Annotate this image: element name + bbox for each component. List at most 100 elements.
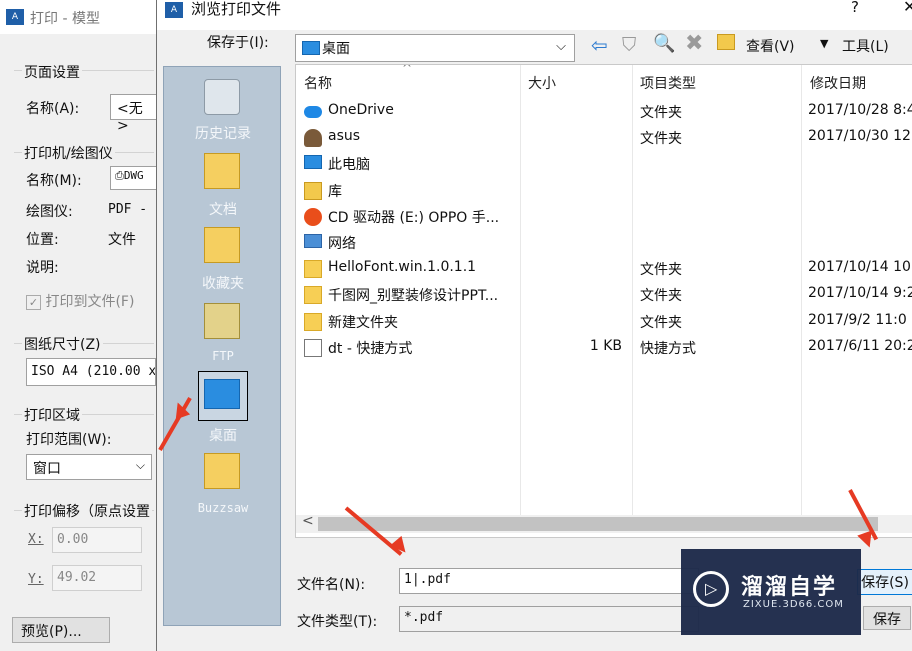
view-menu[interactable]: 查看(V) — [746, 36, 795, 56]
print-window: A 打印 - 模型 页面设置 名称(A): <无> 打印机/绘图仪 名称(M):… — [0, 0, 161, 651]
file-type: 文件夹 — [640, 262, 682, 279]
back-icon[interactable]: ⇦ — [591, 33, 608, 57]
offset-x-label: X: — [28, 532, 44, 547]
column-header-size[interactable]: 大小 — [528, 73, 556, 93]
filetype-select[interactable]: *.pdf — [399, 606, 699, 632]
file-row[interactable]: CD 驱动器 (E:) OPPO 手... — [296, 204, 912, 230]
up-folder-icon[interactable]: ⛉ — [622, 34, 636, 56]
group-print-offset: 打印偏移（原点设置 — [22, 501, 152, 521]
folder-icon — [304, 260, 322, 279]
location-label: 位置: — [26, 232, 59, 248]
description-label: 说明: — [26, 260, 59, 276]
file-row[interactable]: 新建文件夹 文件夹 2017/9/2 11:0 — [296, 309, 912, 335]
paper-size-select[interactable]: ISO A4 (210.00 x — [26, 358, 156, 386]
file-name: 网络 — [328, 236, 356, 252]
printer-name-label: 名称(M): — [26, 173, 82, 189]
file-row[interactable]: 千图网_别墅装修设计PPT... 文件夹 2017/10/14 9:2 — [296, 282, 912, 308]
filetype-label: 文件类型(T): — [297, 614, 378, 630]
watermark-brand: 溜溜自学 — [741, 575, 838, 600]
file-row[interactable]: 库 — [296, 178, 912, 204]
file-date: 2017/9/2 11:0 — [808, 311, 907, 328]
group-page-setup: 页面设置 — [22, 62, 82, 82]
file-type: 快捷方式 — [640, 340, 696, 357]
group-printer: 打印机/绘图仪 — [22, 143, 115, 163]
file-name: HelloFont.win.1.0.1.1 — [328, 259, 477, 276]
watermark: ▷ 溜溜自学 ZIXUE.3D66.COM — [681, 549, 861, 635]
place-history[interactable]: 历史记录 — [164, 75, 282, 145]
print-range-select[interactable]: 窗口 ⌵ — [26, 454, 152, 480]
page-setup-name-label: 名称(A): — [26, 101, 80, 117]
place-favorites[interactable]: 收藏夹 — [164, 225, 282, 295]
dialog-title: 浏览打印文件 — [191, 0, 282, 18]
file-row[interactable]: 网络 — [296, 230, 912, 256]
save-in-label: 保存于(I): — [207, 35, 269, 51]
cd-drive-icon — [304, 207, 322, 226]
printer-icon: ⎙ — [115, 169, 124, 182]
file-row[interactable]: 此电脑 — [296, 151, 912, 177]
printer-name-select[interactable]: ⎙DWG — [110, 166, 158, 190]
tools-menu[interactable]: 工具(L) — [842, 36, 889, 56]
file-list: ^ 名称 大小 项目类型 修改日期 OneDrive 文件夹 2017/10/28 … — [295, 64, 912, 538]
network-icon — [304, 234, 322, 248]
column-header-type[interactable]: 项目类型 — [640, 73, 696, 93]
file-name: CD 驱动器 (E:) OPPO 手... — [328, 209, 500, 226]
file-row[interactable]: HelloFont.win.1.0.1.1 文件夹 2017/10/14 10 — [296, 256, 912, 282]
library-icon — [304, 181, 322, 200]
offset-y-input[interactable]: 49.02 — [52, 565, 142, 591]
help-button[interactable]: ? — [851, 0, 859, 16]
place-documents[interactable]: 文档 — [164, 151, 282, 221]
search-icon[interactable]: 🔍 — [653, 33, 675, 54]
file-row[interactable]: OneDrive 文件夹 2017/10/28 8:4 — [296, 99, 912, 125]
file-name: asus — [328, 128, 361, 145]
user-icon — [304, 129, 322, 148]
file-name: 千图网_别墅装修设计PPT... — [328, 288, 499, 305]
file-name: 库 — [328, 183, 342, 200]
offset-y-label: Y: — [28, 572, 44, 587]
sort-ascending-icon: ^ — [402, 64, 413, 75]
print-window-titlebar: A 打印 - 模型 — [0, 0, 160, 34]
documents-icon — [204, 153, 240, 189]
app-icon: A — [6, 9, 24, 25]
file-date: 2017/10/30 12 — [808, 128, 911, 145]
checkbox-checked-icon: ✓ — [26, 294, 41, 310]
save-button[interactable]: 保存(S) — [857, 569, 912, 595]
file-type: 文件夹 — [640, 131, 682, 148]
chevron-down-icon: ⌵ — [135, 458, 145, 472]
file-name: 新建文件夹 — [328, 314, 398, 331]
column-header-name[interactable]: 名称 — [304, 73, 332, 93]
close-button[interactable]: ✕ — [903, 0, 912, 16]
file-date: 2017/10/14 9:2 — [808, 285, 912, 302]
places-bar: 历史记录 文档 收藏夹 FTP 桌面 Buzzsaw — [163, 66, 281, 626]
file-row[interactable]: asus 文件夹 2017/10/30 12 — [296, 125, 912, 151]
scroll-left-icon[interactable]: < — [302, 513, 314, 529]
preview-button[interactable]: 预览(P)... — [12, 617, 110, 643]
offset-x-input[interactable]: 0.00 — [52, 527, 142, 553]
file-date: 2017/10/28 8:4 — [808, 102, 912, 118]
file-name: OneDrive — [328, 102, 394, 118]
new-folder-icon[interactable] — [717, 34, 735, 50]
column-header-date[interactable]: 修改日期 — [810, 73, 866, 93]
plotter-label: 绘图仪: — [26, 204, 73, 220]
computer-icon — [304, 155, 322, 170]
buzzsaw-icon — [204, 453, 240, 489]
page-setup-name-select[interactable]: <无> — [110, 94, 158, 134]
delete-icon[interactable]: ✖ — [685, 31, 703, 56]
group-paper-size: 图纸尺寸(Z) — [22, 334, 103, 354]
dialog-titlebar: A 浏览打印文件 ? ✕ — [157, 0, 912, 30]
desktop-icon — [204, 379, 240, 409]
file-type: 文件夹 — [640, 314, 682, 331]
filename-input[interactable]: 1|.pdf — [399, 568, 699, 594]
file-date: 2017/10/14 10 — [808, 259, 911, 276]
save-button-secondary[interactable]: 保存 — [863, 606, 911, 630]
watermark-url: ZIXUE.3D66.COM — [743, 599, 844, 610]
place-ftp[interactable]: FTP — [164, 301, 282, 371]
file-row[interactable]: dt - 快捷方式 1 KB 快捷方式 2017/6/11 20:2 — [296, 335, 912, 361]
place-buzzsaw[interactable]: Buzzsaw — [164, 451, 282, 521]
scrollbar-thumb[interactable] — [318, 517, 878, 531]
horizontal-scrollbar[interactable]: < — [296, 513, 912, 533]
shortcut-icon — [304, 338, 322, 357]
plotter-value: PDF - — [108, 202, 148, 217]
print-to-file-checkbox[interactable]: ✓ 打印到文件(F) — [26, 291, 134, 311]
save-in-select[interactable]: 桌面 ⌵ — [295, 34, 575, 62]
file-type: 文件夹 — [640, 288, 682, 305]
